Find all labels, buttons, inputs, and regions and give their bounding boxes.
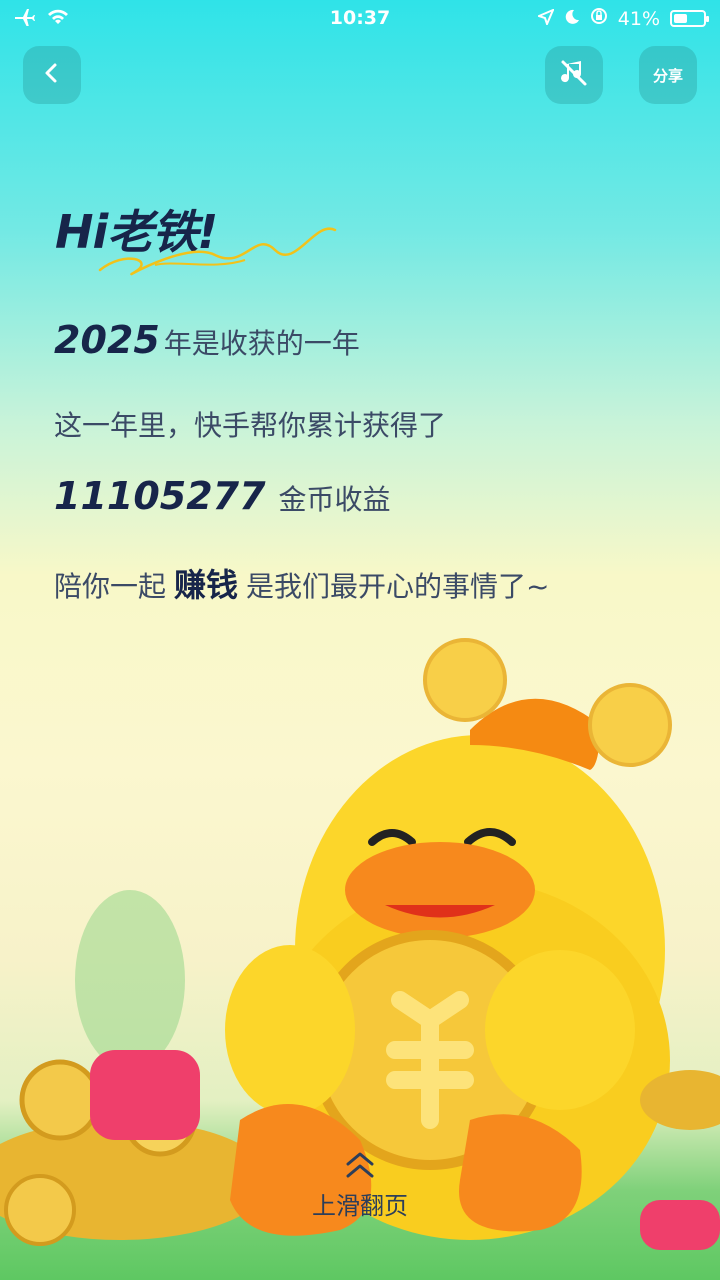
year-text: 年是收获的一年: [163, 327, 360, 360]
moon-icon: [564, 8, 580, 30]
chevron-left-icon: [42, 62, 62, 88]
status-bar: 10:37 41%: [0, 0, 720, 40]
closing-emphasis: 赚钱: [174, 566, 239, 604]
coins-text: 金币收益: [278, 483, 391, 516]
year-line: 2025 年是收获的一年: [54, 318, 360, 362]
year-value: 2025: [54, 318, 160, 362]
rotation-lock-icon: [590, 7, 608, 30]
back-button[interactable]: [23, 46, 81, 104]
share-label: 分享: [652, 66, 683, 85]
annual-report-screen[interactable]: 10:37 41% 分享 Hi老铁! 2025 年是收获的一年 这一年里，快手帮…: [0, 0, 720, 1280]
share-button[interactable]: 分享: [639, 46, 697, 104]
closing-line: 陪你一起 赚钱 是我们最开心的事情了~: [54, 560, 550, 606]
double-chevron-up-icon: [342, 1152, 378, 1184]
coins-amount: 11105277: [54, 474, 266, 518]
swipe-up-hint[interactable]: 上滑翻页: [0, 1150, 720, 1221]
location-icon: [535, 7, 555, 30]
swipe-up-label: 上滑翻页: [312, 1192, 408, 1220]
summary-line: 这一年里，快手帮你累计获得了: [54, 409, 447, 442]
closing-prefix: 陪你一起: [54, 570, 167, 603]
music-off-icon: [559, 58, 589, 92]
coins-line: 11105277 金币收益: [54, 474, 390, 518]
battery-icon: [670, 10, 709, 27]
music-toggle-button[interactable]: [545, 46, 603, 104]
signature-decoration: [98, 227, 337, 276]
closing-suffix: 是我们最开心的事情了~: [246, 570, 550, 603]
battery-percent: 41%: [617, 7, 660, 30]
